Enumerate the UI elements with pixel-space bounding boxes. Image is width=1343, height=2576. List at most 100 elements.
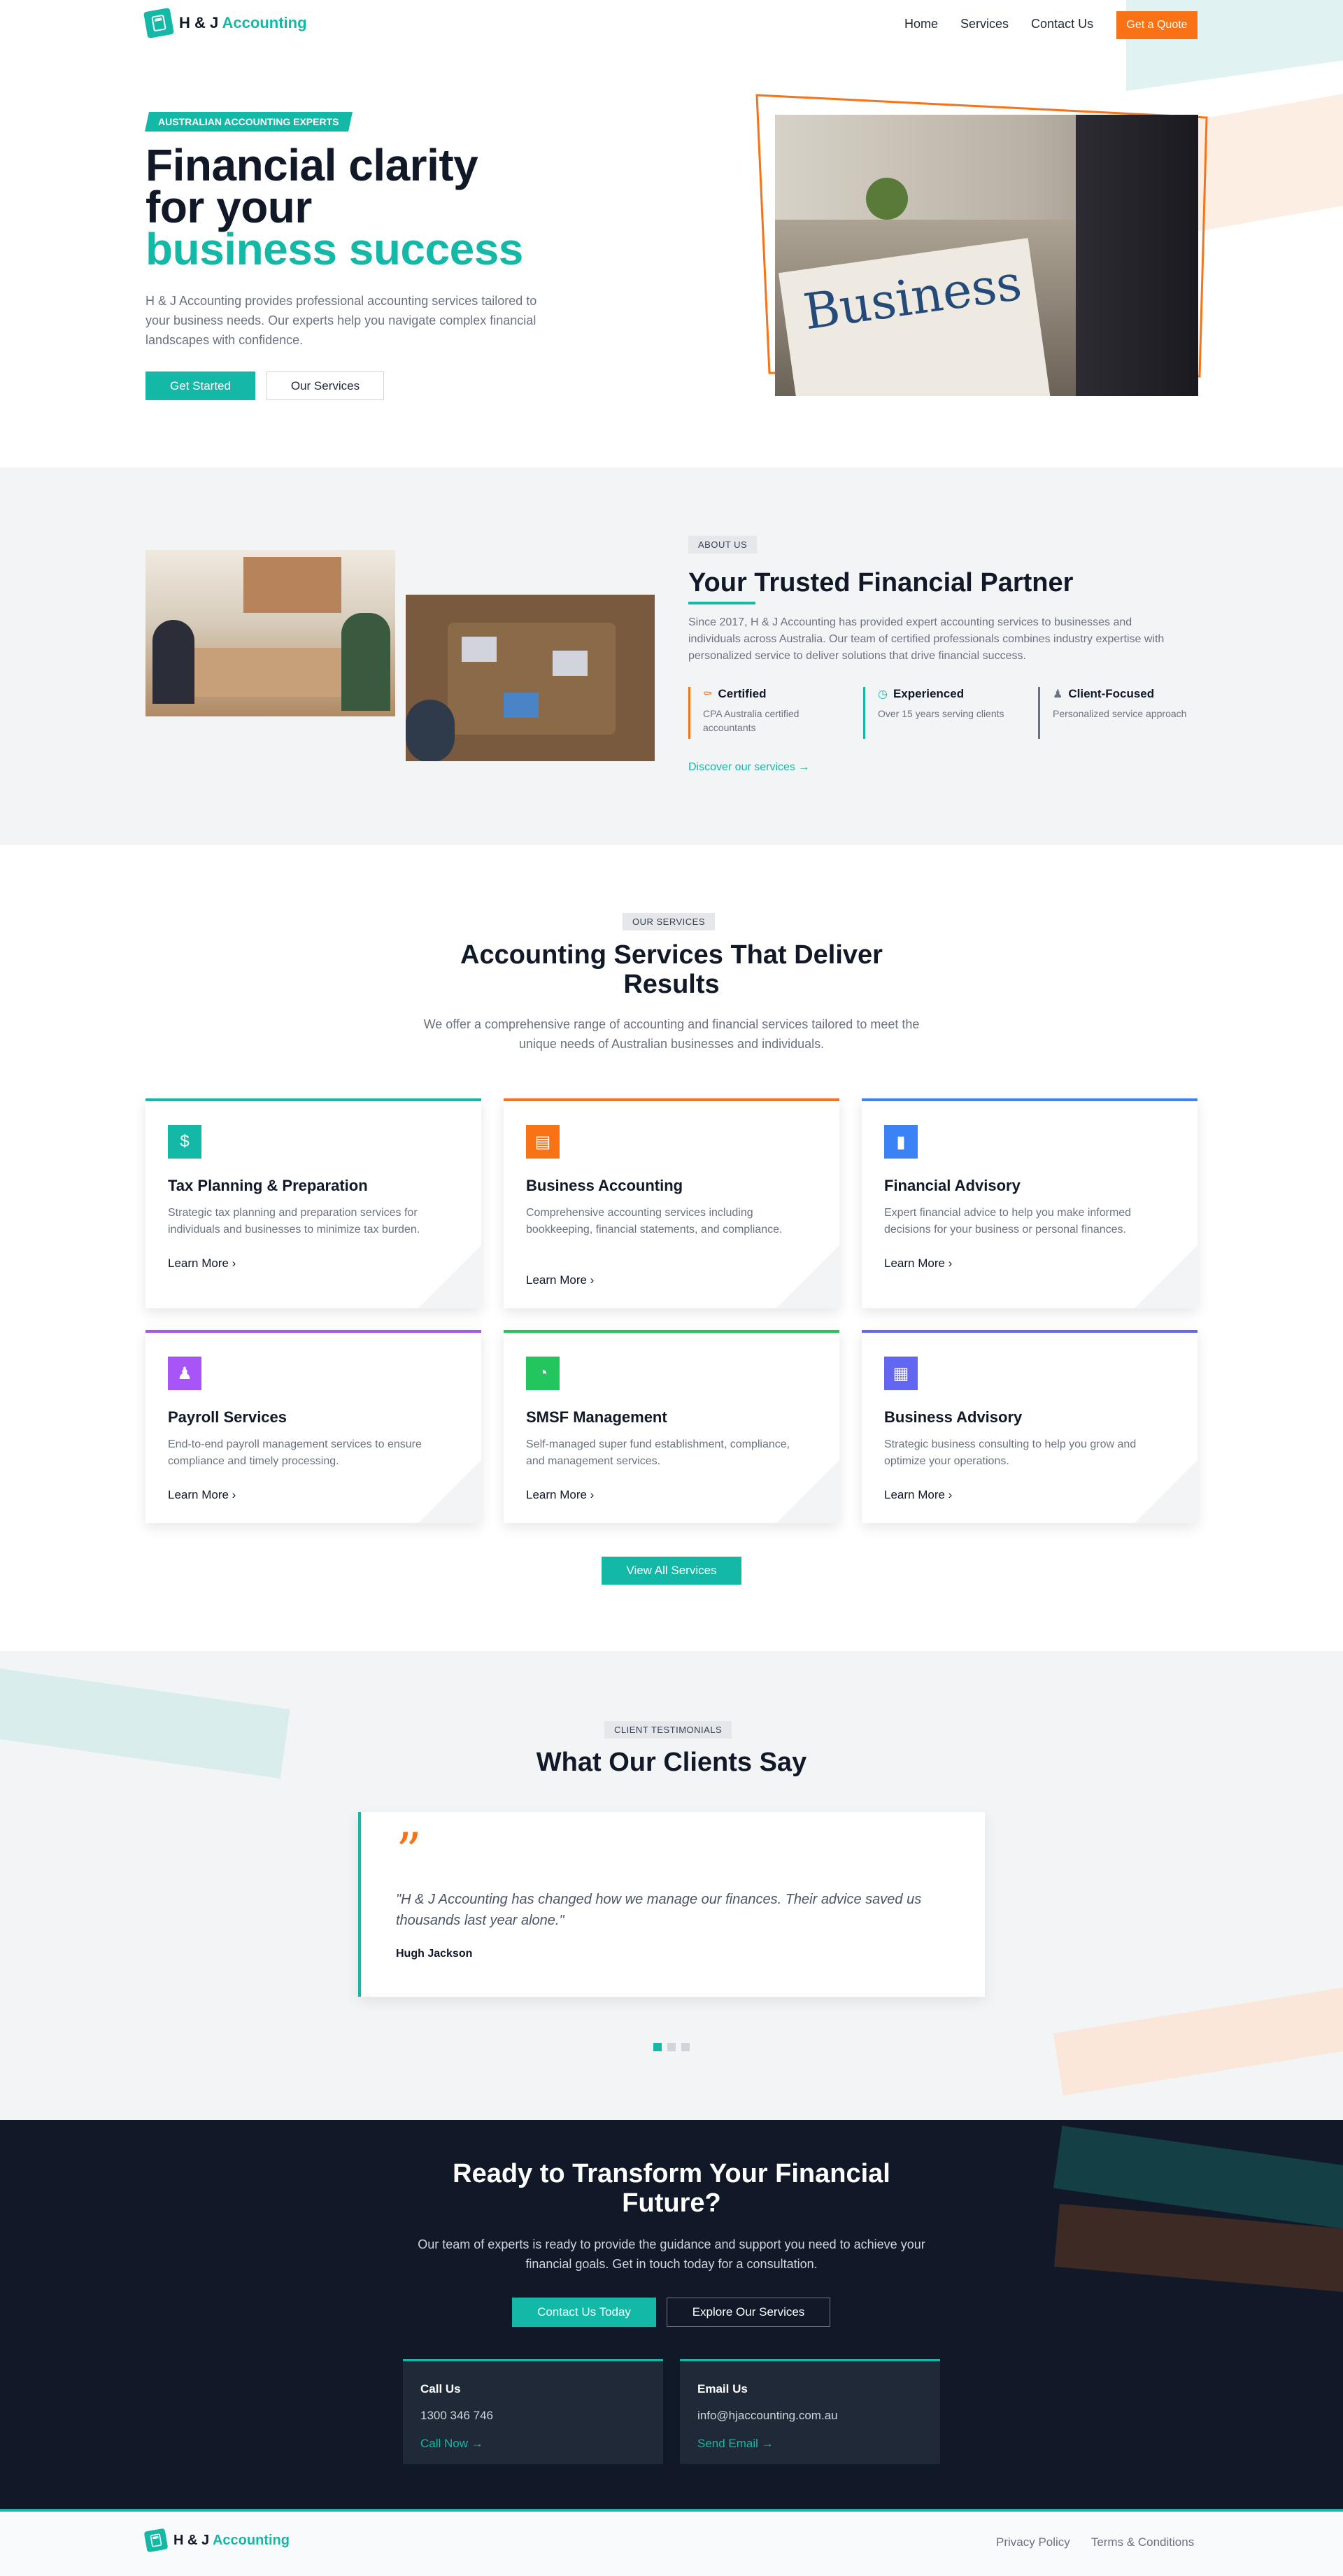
services-badge: OUR SERVICES (623, 913, 716, 930)
testimonial-decor-teal (0, 1663, 290, 1779)
testimonials-badge: CLIENT TESTIMONIALS (604, 1721, 732, 1739)
testimonial-author: Hugh Jackson (396, 1948, 473, 1960)
chevron-right-icon: › (232, 1257, 236, 1270)
service-card-tax[interactable]: $ Tax Planning & Preparation Strategic t… (145, 1098, 481, 1308)
service-card-desc: Strategic business consulting to help yo… (884, 1438, 1137, 1467)
nav-home[interactable]: Home (904, 17, 938, 31)
bar-chart-icon: ▮ (884, 1125, 918, 1159)
call-now-link[interactable]: Call Now → (420, 2437, 483, 2451)
chevron-right-icon: › (590, 1273, 595, 1287)
service-card-payroll[interactable]: ♟ Payroll Services End-to-end payroll ma… (145, 1330, 481, 1523)
service-card-title: Business Advisory (884, 1408, 1023, 1426)
users-icon: ♟ (1053, 688, 1063, 700)
learn-more-link[interactable]: Learn More › (168, 1488, 236, 1502)
header-logo[interactable]: H & J Accounting (143, 7, 307, 39)
dollar-icon: $ (168, 1125, 201, 1159)
chevron-right-icon: › (232, 1488, 236, 1501)
testimonials-title: What Our Clients Say (536, 1748, 807, 1777)
clock-icon: ◷ (878, 688, 888, 700)
service-card-title: Financial Advisory (884, 1177, 1021, 1194)
brand-name: H & J Accounting (179, 14, 307, 31)
feature-certified: ⚰ Certified CPA Australia certified accou… (688, 687, 842, 739)
pie-chart-icon: ◔ (526, 1357, 560, 1390)
service-card-desc: End-to-end payroll management services t… (168, 1438, 422, 1467)
testimonial-decor-peach (1053, 1983, 1343, 2096)
carousel-dot[interactable] (681, 2043, 690, 2051)
about-title-underline (688, 602, 755, 604)
nav-contact[interactable]: Contact Us (1031, 17, 1093, 31)
header-decor-peach (1196, 90, 1343, 232)
service-card-business-advisory[interactable]: ▦ Business Advisory Strategic business c… (862, 1330, 1198, 1523)
email-us-label: Email Us (697, 2382, 748, 2395)
service-card-desc: Self-managed super fund establishment, c… (526, 1438, 790, 1467)
about-title: Your Trusted Financial Partner (688, 568, 1074, 597)
main-nav: Home Services Contact Us (904, 17, 1093, 31)
award-icon: ⚰ (703, 688, 713, 700)
services-description: We offer a comprehensive range of accoun… (423, 1017, 920, 1051)
about-description: Since 2017, H & J Accounting has provide… (688, 616, 1165, 662)
get-quote-button[interactable]: Get a Quote (1116, 11, 1198, 39)
testimonial-card: ” "H & J Accounting has changed how we m… (358, 1812, 985, 1997)
chevron-right-icon: › (948, 1488, 953, 1501)
brand-name: H & J Accounting (173, 2532, 290, 2548)
testimonial-quote: "H & J Accounting has changed how we man… (396, 1892, 922, 1928)
hero-badge: AUSTRALIAN ACCOUNTING EXPERTS (145, 112, 353, 132)
phone-number: 1300 346 746 (420, 2409, 493, 2422)
calculator-icon (143, 2528, 169, 2553)
service-card-title: Business Accounting (526, 1177, 683, 1194)
cta-description: Our team of experts is ready to provide … (418, 2237, 925, 2271)
document-icon: ▤ (526, 1125, 560, 1159)
hero-title: Financial clarity for your business succ… (145, 140, 523, 274)
our-services-button[interactable]: Our Services (267, 371, 384, 400)
learn-more-link[interactable]: Learn More › (526, 1273, 594, 1287)
arrow-right-icon: → (471, 2437, 483, 2450)
carousel-dot[interactable] (667, 2043, 676, 2051)
send-email-link[interactable]: Send Email → (697, 2437, 774, 2451)
explore-services-button[interactable]: Explore Our Services (667, 2298, 830, 2327)
service-card-business-accounting[interactable]: ▤ Business Accounting Comprehensive acco… (504, 1098, 839, 1308)
contact-us-today-button[interactable]: Contact Us Today (512, 2298, 656, 2327)
service-card-title: Tax Planning & Preparation (168, 1177, 368, 1194)
learn-more-link[interactable]: Learn More › (884, 1257, 952, 1271)
calculator-icon (143, 7, 175, 39)
carousel-dots (653, 2043, 690, 2051)
feature-experienced: ◷ Experienced Over 15 years serving clien… (863, 687, 1017, 739)
quote-icon: ” (396, 1822, 422, 1881)
service-card-desc: Strategic tax planning and preparation s… (168, 1207, 420, 1236)
privacy-policy-link[interactable]: Privacy Policy (996, 2535, 1070, 2549)
chevron-right-icon: › (590, 1488, 595, 1501)
building-icon: ▦ (884, 1357, 918, 1390)
discover-services-link[interactable]: Discover our services → (688, 761, 809, 774)
learn-more-link[interactable]: Learn More › (884, 1488, 952, 1502)
hero-image: Business (775, 115, 1198, 396)
service-card-desc: Comprehensive accounting services includ… (526, 1207, 783, 1236)
cta-title: Ready to Transform Your Financial Future? (453, 2159, 890, 2218)
nav-services[interactable]: Services (960, 17, 1009, 31)
footer-links: Privacy Policy Terms & Conditions (996, 2535, 1194, 2549)
service-card-financial-advisory[interactable]: ▮ Financial Advisory Expert financial ad… (862, 1098, 1198, 1308)
service-card-title: Payroll Services (168, 1408, 287, 1426)
users-icon: ♟ (168, 1357, 201, 1390)
about-image-laptops (406, 595, 655, 761)
service-card-title: SMSF Management (526, 1408, 667, 1426)
learn-more-link[interactable]: Learn More › (526, 1488, 594, 1502)
get-started-button[interactable]: Get Started (145, 371, 255, 400)
call-us-label: Call Us (420, 2382, 461, 2395)
arrow-right-icon: → (761, 2437, 774, 2450)
feature-client-focused: ♟ Client-Focused Personalized service app… (1038, 687, 1192, 739)
arrow-right-icon: → (798, 761, 810, 773)
services-title: Accounting Services That Deliver Results (460, 940, 883, 999)
learn-more-link[interactable]: Learn More › (168, 1257, 236, 1271)
terms-link[interactable]: Terms & Conditions (1091, 2535, 1194, 2549)
about-image-meeting (145, 550, 395, 716)
carousel-dot-active[interactable] (653, 2043, 662, 2051)
about-badge: ABOUT US (688, 536, 758, 553)
service-card-smsf[interactable]: ◔ SMSF Management Self-managed super fun… (504, 1330, 839, 1523)
email-us-card: Email Us info@hjaccounting.com.au Send E… (680, 2359, 940, 2464)
view-all-services-button[interactable]: View All Services (602, 1557, 741, 1585)
footer-logo[interactable]: H & J Accounting (143, 2528, 290, 2553)
service-card-desc: Expert financial advice to help you make… (884, 1207, 1132, 1236)
hero-description: H & J Accounting provides professional a… (145, 294, 537, 347)
email-address: info@hjaccounting.com.au (697, 2409, 838, 2422)
call-us-card: Call Us 1300 346 746 Call Now → (403, 2359, 663, 2464)
